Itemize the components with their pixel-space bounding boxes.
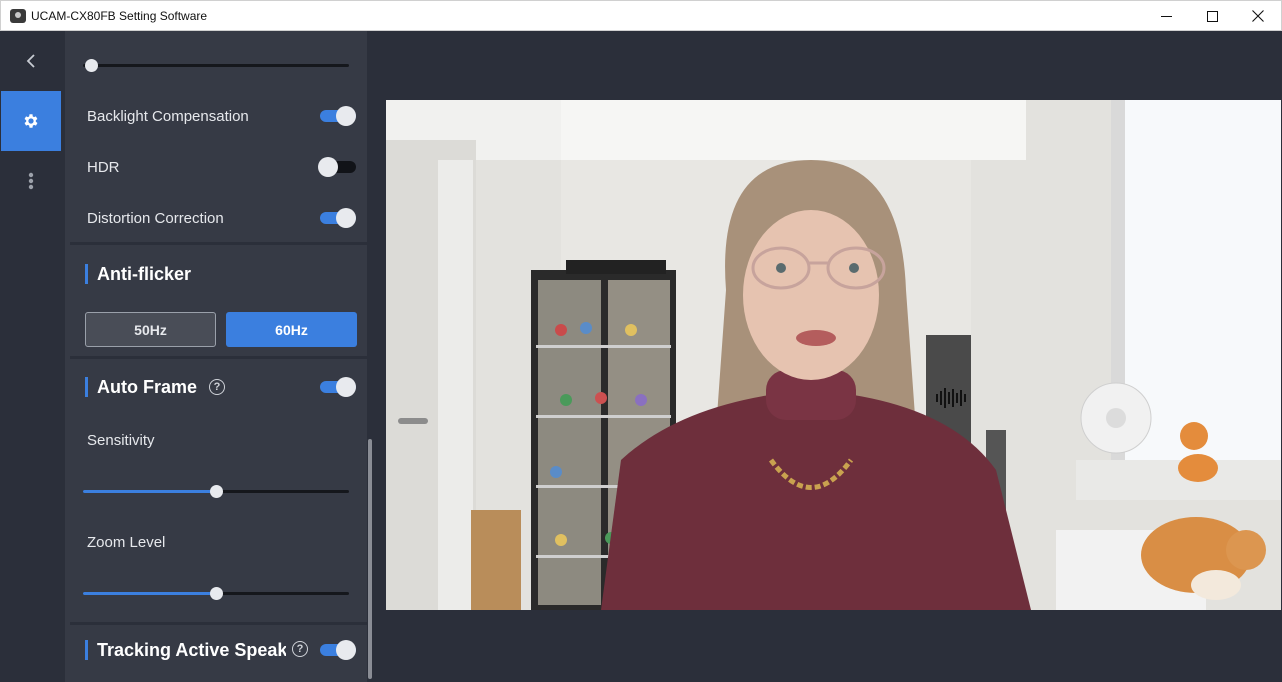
section-divider bbox=[70, 356, 367, 359]
hdr-toggle[interactable] bbox=[318, 155, 356, 177]
window-controls bbox=[1143, 1, 1281, 31]
more-button[interactable] bbox=[1, 167, 61, 195]
tracking-active-speaker-toggle[interactable] bbox=[320, 638, 356, 660]
sensitivity-slider[interactable] bbox=[83, 484, 349, 498]
settings-panel: Backlight Compensation HDR Distortion Co… bbox=[65, 31, 373, 682]
close-button[interactable] bbox=[1235, 1, 1281, 31]
title-bar: UCAM-CX80FB Setting Software bbox=[0, 0, 1282, 31]
maximize-button[interactable] bbox=[1189, 1, 1235, 31]
minimize-button[interactable] bbox=[1143, 1, 1189, 31]
chevron-left-icon bbox=[26, 54, 35, 68]
nav-rail bbox=[1, 31, 61, 681]
minimize-icon bbox=[1160, 15, 1172, 17]
section-divider bbox=[70, 622, 367, 625]
window-title: UCAM-CX80FB Setting Software bbox=[31, 8, 208, 23]
maximize-icon bbox=[1206, 10, 1218, 22]
slider-rail bbox=[83, 64, 349, 67]
zoom-level-label: Zoom Level bbox=[87, 534, 166, 551]
distortion-correction-label: Distortion Correction bbox=[87, 210, 224, 227]
slider-thumb[interactable] bbox=[210, 587, 223, 600]
close-icon bbox=[1252, 10, 1264, 22]
slider-fill bbox=[83, 490, 216, 493]
tracking-title-clip: Tracking Active Speaker bbox=[70, 637, 286, 663]
backlight-compensation-label: Backlight Compensation bbox=[87, 108, 249, 125]
backlight-compensation-toggle[interactable] bbox=[320, 104, 356, 126]
gear-icon bbox=[24, 114, 38, 128]
auto-frame-title: Auto Frame bbox=[85, 377, 197, 397]
back-button[interactable] bbox=[1, 45, 61, 77]
slider-thumb[interactable] bbox=[210, 485, 223, 498]
camera-preview bbox=[386, 100, 1281, 610]
toggle-knob bbox=[336, 377, 356, 397]
section-divider bbox=[70, 242, 367, 245]
auto-frame-help-icon[interactable]: ? bbox=[209, 379, 225, 395]
hdr-label: HDR bbox=[87, 159, 120, 176]
anti-flicker-60hz-button[interactable]: 60Hz bbox=[226, 312, 357, 347]
toggle-knob bbox=[336, 106, 356, 126]
anti-flicker-title: Anti-flicker bbox=[85, 264, 191, 284]
more-vertical-icon bbox=[28, 172, 34, 190]
toggle-knob bbox=[336, 208, 356, 228]
scrollbar-thumb[interactable] bbox=[368, 439, 372, 679]
auto-frame-toggle[interactable] bbox=[320, 375, 356, 397]
settings-scroll-content: Backlight Compensation HDR Distortion Co… bbox=[70, 31, 367, 682]
slider-fill bbox=[83, 592, 216, 595]
distortion-correction-toggle[interactable] bbox=[320, 206, 356, 228]
app-window: UCAM-CX80FB Setting Software Backlight C… bbox=[0, 0, 1282, 682]
tracking-help-icon[interactable]: ? bbox=[292, 641, 308, 657]
sensitivity-label: Sensitivity bbox=[87, 432, 155, 449]
settings-nav-button[interactable] bbox=[1, 91, 61, 151]
tracking-active-speaker-title: Tracking Active Speaker bbox=[85, 640, 286, 660]
toggle-knob bbox=[318, 157, 338, 177]
toggle-knob bbox=[336, 640, 356, 660]
anti-flicker-50hz-button[interactable]: 50Hz bbox=[85, 312, 216, 347]
top-slider[interactable] bbox=[83, 58, 349, 72]
zoom-level-slider[interactable] bbox=[83, 586, 349, 600]
camera-app-icon bbox=[10, 8, 26, 23]
slider-thumb[interactable] bbox=[85, 59, 98, 72]
camera-feed-image bbox=[386, 100, 1281, 610]
